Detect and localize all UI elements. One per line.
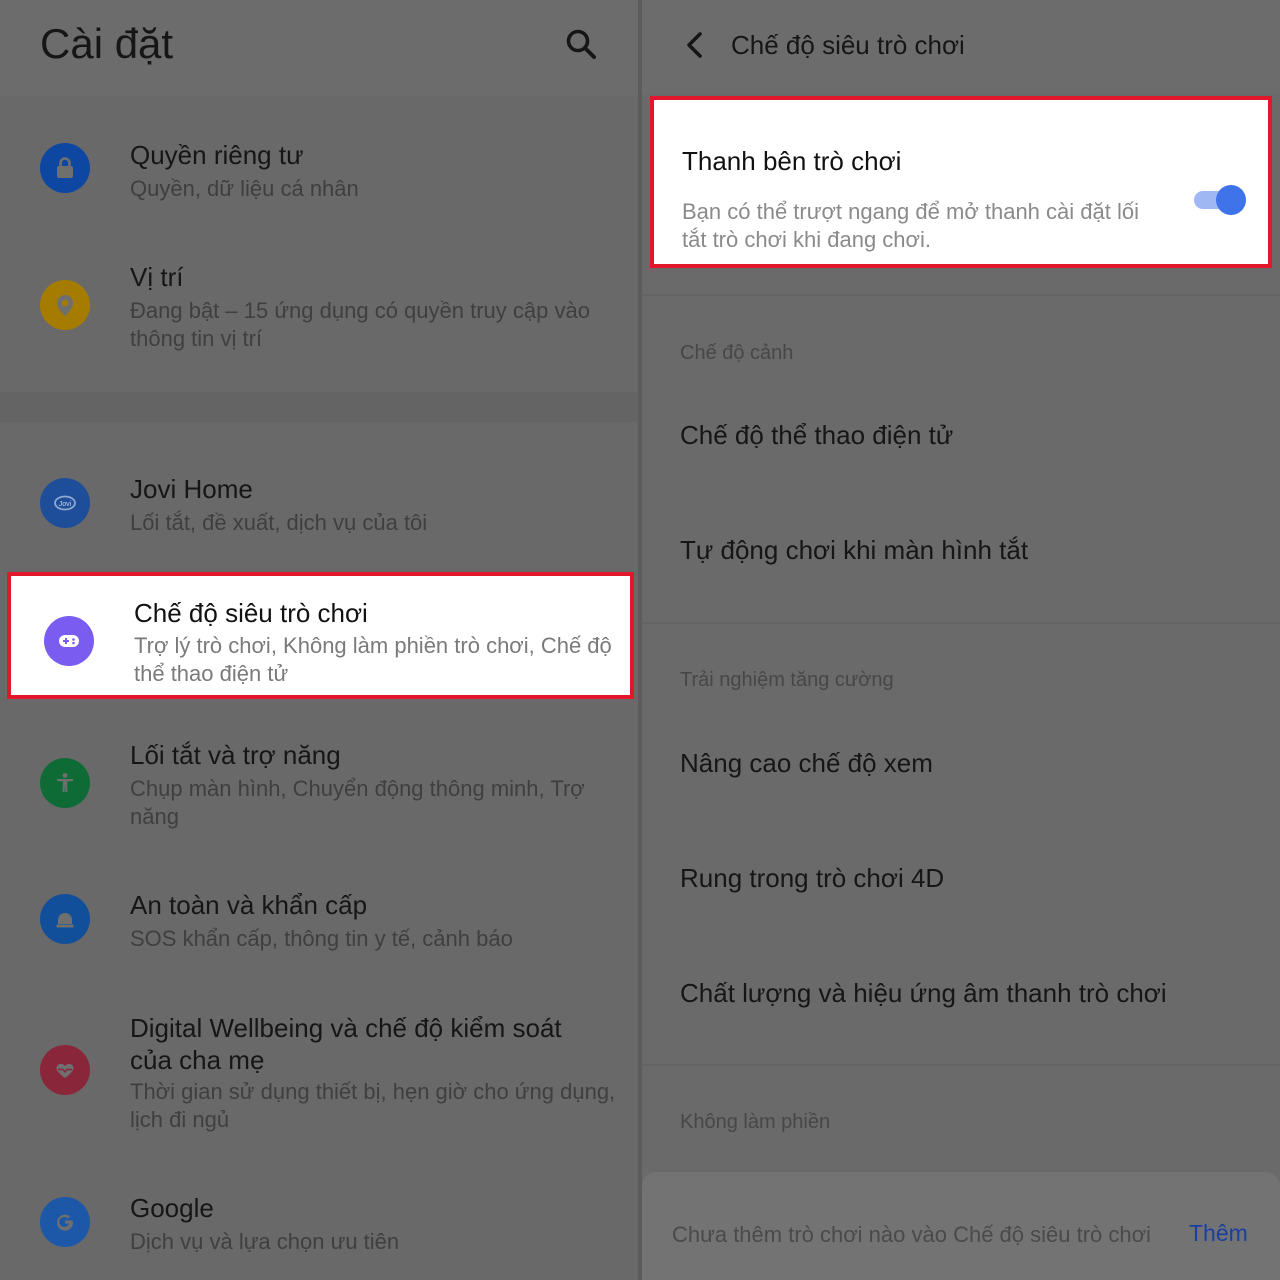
location-pin-icon	[40, 280, 90, 330]
settings-item-title: Lối tắt và trợ năng	[130, 740, 341, 770]
settings-item-subtitle: SOS khẩn cấp, thông tin y tế, cảnh báo	[130, 926, 513, 951]
jovi-icon: Jovi	[40, 478, 90, 528]
row-game-audio-quality[interactable]: Chất lượng và hiệu ứng âm thanh trò chơi	[680, 978, 1167, 1009]
game-sidebar-title: Thanh bên trò chơi	[682, 146, 902, 176]
settings-item-location[interactable]: Vị trí Đang bật – 15 ứng dụng có quyền t…	[0, 240, 638, 385]
game-sidebar-toggle[interactable]	[1194, 185, 1246, 215]
settings-item-subtitle: Trợ lý trò chơi, Không làm phiền trò chơ…	[134, 633, 612, 686]
settings-item-title: Vị trí	[130, 262, 184, 292]
settings-item-title: Jovi Home	[130, 474, 253, 504]
settings-panel: Cài đặt Quyền riêng tư Quyền, dữ liệu cá…	[0, 0, 638, 1280]
back-arrow-icon[interactable]	[682, 30, 708, 60]
svg-text:Jovi: Jovi	[59, 501, 72, 508]
ultra-game-mode-header: Chế độ siêu trò chơi	[642, 0, 1280, 94]
row-4d-vibration[interactable]: Rung trong trò chơi 4D	[680, 863, 944, 894]
settings-item-subtitle: Dịch vụ và lựa chọn ưu tiên	[130, 1229, 400, 1254]
section-divider	[0, 392, 638, 422]
toggle-knob	[1216, 185, 1246, 215]
emergency-icon	[40, 894, 90, 944]
settings-item-safety-emergency[interactable]: An toàn và khẩn cấp SOS khẩn cấp, thông …	[0, 870, 638, 980]
section-divider	[642, 1064, 1280, 1066]
settings-item-privacy[interactable]: Quyền riêng tư Quyền, dữ liệu cá nhân	[0, 110, 638, 230]
heart-icon	[40, 1045, 90, 1095]
settings-item-title: Digital Wellbeing và chế độ kiểm soát củ…	[130, 1013, 562, 1075]
settings-item-title: An toàn và khẩn cấp	[130, 890, 368, 920]
settings-item-subtitle: Quyền, dữ liệu cá nhân	[130, 176, 359, 201]
settings-item-ultra-game-mode[interactable]: Chế độ siêu trò chơi Trợ lý trò chơi, Kh…	[7, 572, 634, 699]
section-header-scene-mode: Chế độ cảnh	[680, 342, 794, 364]
settings-item-subtitle: Đang bật – 15 ứng dụng có quyền truy cập…	[130, 298, 590, 351]
page-title: Cài đặt	[40, 20, 174, 67]
settings-header: Cài đặt	[0, 0, 638, 96]
settings-item-title: Chế độ siêu trò chơi	[134, 598, 368, 628]
lock-icon	[40, 143, 90, 193]
ultra-game-mode-panel: Chế độ siêu trò chơi Thanh bên trò chơi …	[642, 0, 1280, 1280]
add-game-bar: Chưa thêm trò chơi nào vào Chế độ siêu t…	[642, 1172, 1280, 1280]
settings-item-jovi-home[interactable]: Jovi Jovi Home Lối tắt, đề xuất, dịch vụ…	[0, 440, 638, 560]
game-sidebar-description: Bạn có thể trượt ngang để mở thanh cài đ…	[682, 199, 1139, 252]
row-esports-mode[interactable]: Chế độ thể thao điện tử	[680, 420, 953, 451]
section-header-enhanced-experience: Trải nghiệm tăng cường	[680, 669, 894, 691]
row-auto-play-screen-off[interactable]: Tự động chơi khi màn hình tắt	[680, 535, 1028, 566]
row-enhanced-viewing[interactable]: Nâng cao chế độ xem	[680, 748, 933, 779]
accessibility-icon	[40, 758, 90, 808]
gamepad-icon	[44, 616, 94, 666]
section-header-do-not-disturb: Không làm phiền	[680, 1111, 831, 1133]
page-title: Chế độ siêu trò chơi	[731, 30, 965, 60]
settings-item-title: Quyền riêng tư	[130, 140, 304, 170]
section-divider	[642, 622, 1280, 624]
settings-item-subtitle: Lối tắt, đề xuất, dịch vụ của tôi	[130, 510, 428, 535]
settings-item-subtitle: Chụp màn hình, Chuyển động thông minh, T…	[130, 776, 585, 829]
no-games-message: Chưa thêm trò chơi nào vào Chế độ siêu t…	[672, 1222, 1151, 1247]
settings-item-title: Google	[130, 1193, 214, 1223]
settings-item-digital-wellbeing[interactable]: Digital Wellbeing và chế độ kiểm soát củ…	[0, 1000, 638, 1150]
settings-item-shortcuts-accessibility[interactable]: Lối tắt và trợ năng Chụp màn hình, Chuyể…	[0, 720, 638, 850]
section-divider	[642, 294, 1280, 296]
search-icon[interactable]	[565, 28, 597, 60]
add-game-button[interactable]: Thêm	[1189, 1220, 1248, 1247]
settings-item-google[interactable]: Google Dịch vụ và lựa chọn ưu tiên	[0, 1175, 638, 1275]
settings-item-subtitle: Thời gian sử dụng thiết bị, hẹn giờ cho …	[130, 1079, 616, 1132]
google-icon	[40, 1197, 90, 1247]
game-sidebar-setting[interactable]: Thanh bên trò chơi Bạn có thể trượt ngan…	[650, 96, 1272, 268]
